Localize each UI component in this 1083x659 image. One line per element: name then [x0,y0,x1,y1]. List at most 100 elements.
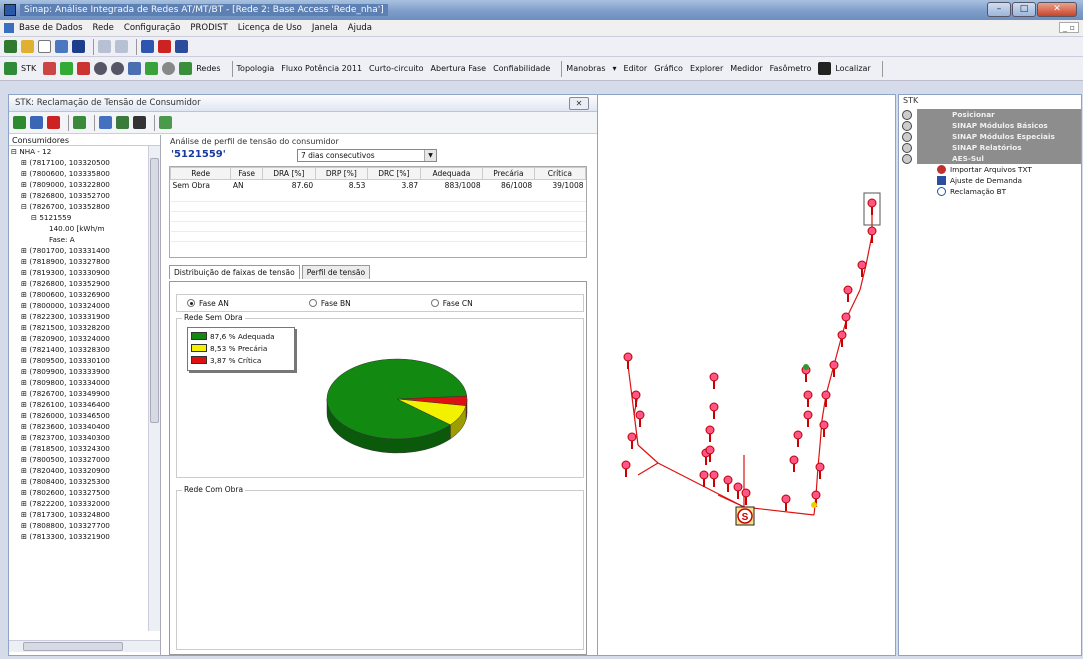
scroll-thumb[interactable] [23,642,123,651]
network-node[interactable] [781,494,791,504]
tab-distribuicao[interactable]: Distribuição de faixas de tensão [169,265,300,279]
tree-item[interactable]: ⊞ (7826800, 103352700 [11,190,148,201]
export-icon[interactable] [159,116,172,129]
connect-icon[interactable] [4,40,17,53]
list-icon[interactable] [30,116,43,129]
radio-button[interactable] [308,299,317,307]
run-icon[interactable] [13,116,26,129]
sidebar-group-especiais[interactable]: SINAP Módulos Especiais [899,131,1081,142]
tb-fluxo-potencia[interactable]: Fluxo Potência 2011 [281,64,362,73]
network-node[interactable] [709,470,719,480]
tree-item[interactable]: ⊞ (7801700, 103331400 [11,245,148,256]
import-icon[interactable] [55,40,68,53]
tb-curto-circuito[interactable]: Curto-circuito [369,64,423,73]
menu-base-de-dados[interactable]: Base de Dados [19,23,83,33]
sidebar-group-basicos[interactable]: SINAP Módulos Básicos [899,120,1081,131]
column-header[interactable]: DRP [%] [314,167,368,180]
tree-item[interactable]: ⊞ (7818500, 103324300 [11,443,148,454]
network-node[interactable] [705,445,715,455]
network-node[interactable] [829,360,839,370]
network-node[interactable] [709,402,719,412]
column-header[interactable]: Rede [169,167,232,180]
radio-fase-cn[interactable]: Fase CN [430,299,473,308]
copy-icon[interactable] [141,40,154,53]
map-icon[interactable] [145,62,159,75]
consumers-tree[interactable]: ⊟ NHA - 12 ⊞ (7817100, 103320500 ⊞ (78006… [9,146,148,631]
tb-confiabilidade[interactable]: Confiabilidade [493,64,550,73]
tree-item[interactable]: ⊞ (7820900, 103324000 [11,333,148,344]
tree-item[interactable]: ⊞ (7823600, 103340400 [11,421,148,432]
tb-grafico[interactable]: Gráfico [654,64,683,73]
paste-icon[interactable] [158,40,171,53]
network-node[interactable] [623,352,633,362]
cursor-icon[interactable] [47,116,60,129]
tree-item[interactable]: ⊞ (7817100, 103320500 [11,157,148,168]
menu-ajuda[interactable]: Ajuda [348,23,372,33]
tree-item[interactable]: ⊞ (7818900, 103327800 [11,256,148,267]
tb-localizar[interactable]: Localizar [835,64,870,73]
panel-close-button[interactable]: ✕ [569,97,589,110]
tab-perfil[interactable]: Perfil de tensão [301,265,371,279]
tb-editor[interactable]: Editor [624,64,648,73]
period-select[interactable]: 7 dias consecutivos ▼ [297,149,437,162]
tree-item[interactable]: ⊞ (7826800, 103352900 [11,278,148,289]
scroll-thumb[interactable] [150,158,159,423]
network-node[interactable] [815,462,825,472]
network-node[interactable] [741,488,751,498]
tb-topologia[interactable]: Topologia [237,64,275,73]
tree-item[interactable]: ⊞ (7826700, 103349900 [11,388,148,399]
column-header[interactable]: Crítica [533,167,587,180]
sidebar-item-ajuste[interactable]: Ajuste de Demanda [937,175,1081,186]
tool-icon-3[interactable] [77,62,91,75]
network-node[interactable] [789,455,799,465]
sidebar-group-aes-sul[interactable]: AES-Sul [899,153,1081,164]
network-node[interactable] [841,312,851,322]
tree-item[interactable]: ⊞ (7821500, 103328200 [11,322,148,333]
tree-item-expanded[interactable]: ⊟ (7826700, 103352800 [11,201,148,212]
chevron-down-icon[interactable]: ▾ [613,64,617,73]
network-node[interactable] [819,420,829,430]
menu-prodist[interactable]: PRODIST [190,23,227,33]
network-node[interactable] [837,330,847,340]
table-row[interactable]: Sem Obra AN 87.60 8.53 3.87 883/1008 86/1008 39… [171,180,586,192]
column-header[interactable]: Adequada [419,167,484,180]
zoom-window-icon[interactable] [128,62,142,75]
zoom-out-icon[interactable] [111,62,125,75]
tree-item[interactable]: ⊞ (7822200, 103332000 [11,498,148,509]
calc-icon[interactable] [133,116,146,129]
chevron-down-icon[interactable]: ▼ [424,150,436,161]
network-node[interactable] [723,475,733,485]
tree-subitem[interactable]: ⊟ 5121559 [11,212,148,223]
mdi-controls[interactable]: _ ▫ [1059,22,1079,33]
binoculars-icon[interactable] [818,62,832,75]
open-folder-icon[interactable] [21,40,34,53]
tree-item[interactable]: ⊞ (7809000, 103322800 [11,179,148,190]
tree-item[interactable]: ⊞ (7821400, 103328300 [11,344,148,355]
network-node[interactable] [803,390,813,400]
sidebar-group-posicionar[interactable]: Posicionar [899,109,1081,120]
tree-item[interactable]: ⊞ (7820400, 103320900 [11,465,148,476]
network-node[interactable] [867,198,877,208]
network-node[interactable] [803,410,813,420]
tree-item[interactable]: ⊞ (7826100, 103346400 [11,399,148,410]
zoom-in-icon[interactable] [94,62,108,75]
menu-configuracao[interactable]: Configuração [124,23,180,33]
maximize-button[interactable]: □ [1012,2,1036,17]
stk-label[interactable]: STK [21,64,36,73]
tb-manobras[interactable]: Manobras [566,64,605,73]
network-node[interactable] [635,410,645,420]
network-node[interactable] [709,372,719,382]
minimize-button[interactable]: – [987,2,1011,17]
tree-item[interactable]: ⊞ (7826000, 103346500 [11,410,148,421]
network-node[interactable] [793,430,803,440]
sidebar-group-relatorios[interactable]: SINAP Relatórios [899,142,1081,153]
tree-leaf[interactable]: 140.00 [kWh/m [11,223,148,234]
tool-icon-1[interactable] [43,62,57,75]
tree-item[interactable]: ⊞ (7800000, 103324000 [11,300,148,311]
tb-medidor[interactable]: Medidor [730,64,762,73]
radio-fase-an[interactable]: Fase AN [187,299,229,308]
save-icon[interactable] [72,40,85,53]
network-node[interactable] [699,470,709,480]
redes-icon[interactable] [179,62,193,75]
tool-icon-2[interactable] [60,62,74,75]
